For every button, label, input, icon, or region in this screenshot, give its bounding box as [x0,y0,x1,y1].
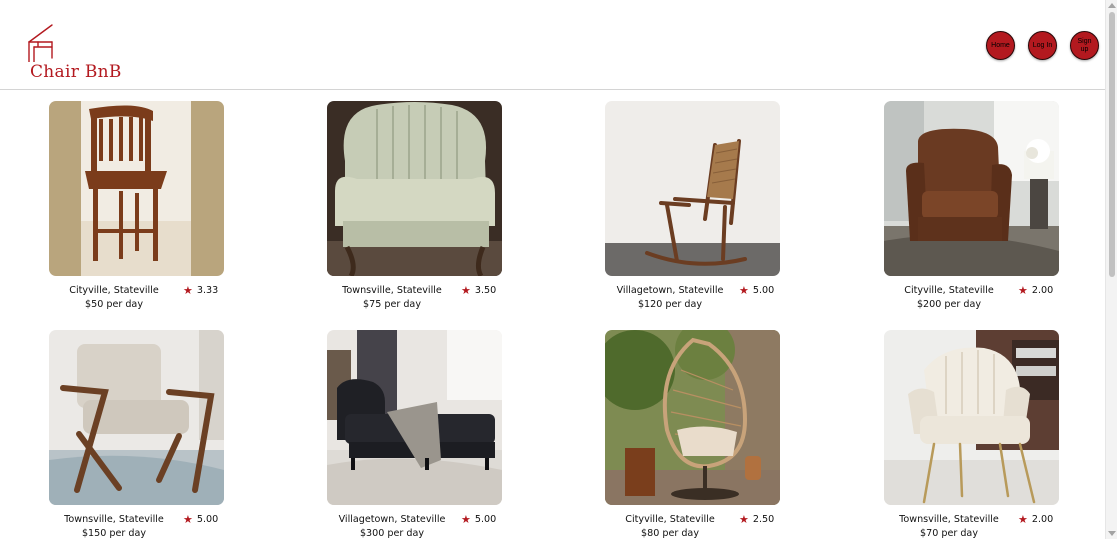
listing-card[interactable]: Townsville, Stateville $75 per day ★ 3.50 [327,101,502,310]
signup-button[interactable]: Sign up [1070,31,1099,60]
rating-value: 2.00 [1031,285,1054,296]
listing-location: Villagetown, Stateville [338,514,446,525]
login-button[interactable]: Log In [1028,31,1057,60]
listing-card[interactable]: Cityville, Stateville $80 per day ★ 2.50 [605,330,780,539]
site-header: Chair BnB Home Log In Sign up [0,0,1105,90]
listing-info: Cityville, Stateville $50 per day ★ 3.33 [49,284,224,314]
listing-price: $75 per day [363,299,421,310]
listing-info: Townsville, Stateville $70 per day ★ 2.00 [884,513,1059,539]
rating-value: 3.33 [196,285,219,296]
star-icon: ★ [739,513,749,526]
listing-price: $70 per day [920,528,978,539]
home-button[interactable]: Home [986,31,1015,60]
scroll-up-arrow-icon[interactable] [1108,3,1116,8]
listing-info: Cityville, Stateville $80 per day ★ 2.50 [605,513,780,539]
listing-location: Townsville, Stateville [899,514,999,525]
listing-card[interactable]: Townsville, Stateville $70 per day ★ 2.00 [884,330,1059,539]
listing-rating: ★ 5.00 [461,513,496,527]
listing-card[interactable]: Cityville, Stateville $50 per day ★ 3.33 [49,101,224,310]
listing-location: Cityville, Stateville [904,285,994,296]
scrollbar[interactable] [1105,0,1117,539]
listing-photo[interactable] [884,101,1059,276]
listing-photo[interactable] [605,330,780,505]
listing-rating: ★ 2.00 [1018,513,1053,527]
listing-rating: ★ 2.50 [739,513,774,527]
listing-info: Townsville, Stateville $75 per day ★ 3.50 [327,284,502,314]
listing-photo[interactable] [327,330,502,505]
star-icon: ★ [183,284,193,297]
chair-logo-icon [28,24,53,62]
star-icon: ★ [461,513,471,526]
star-icon: ★ [183,513,193,526]
star-icon: ★ [1018,284,1028,297]
listing-rating: ★ 3.33 [183,284,218,298]
listing-photo[interactable] [49,101,224,276]
listing-card[interactable]: Villagetown, Stateville $300 per day ★ 5.… [327,330,502,539]
star-icon: ★ [461,284,471,297]
rating-value: 5.00 [752,285,775,296]
listing-rating: ★ 5.00 [739,284,774,298]
listing-rating: ★ 2.00 [1018,284,1053,298]
star-icon: ★ [1018,513,1028,526]
listing-card[interactable]: Townsville, Stateville $150 per day ★ 5.0… [49,330,224,539]
listing-info: Villagetown, Stateville $300 per day ★ 5.… [327,513,502,539]
listing-rating: ★ 5.00 [183,513,218,527]
rating-value: 5.00 [196,514,219,525]
listing-photo[interactable] [605,101,780,276]
listing-price: $150 per day [81,528,147,539]
listing-location: Townsville, Stateville [64,514,164,525]
nav-buttons: Home Log In Sign up [986,31,1099,60]
scroll-thumb[interactable] [1109,12,1115,277]
rating-value: 2.00 [1031,514,1054,525]
listing-card[interactable]: Villagetown, Stateville $120 per day ★ 5.… [605,101,780,310]
listing-location: Townsville, Stateville [342,285,442,296]
listing-price: $50 per day [85,299,143,310]
star-icon: ★ [739,284,749,297]
listing-location: Cityville, Stateville [69,285,159,296]
logo-text: Chair BnB [30,62,122,82]
logo[interactable]: Chair BnB [26,22,126,82]
listing-info: Villagetown, Stateville $120 per day ★ 5.… [605,284,780,314]
scroll-down-arrow-icon[interactable] [1108,531,1116,536]
listing-card[interactable]: Cityville, Stateville $200 per day ★ 2.00 [884,101,1059,310]
rating-value: 3.50 [474,285,497,296]
listing-price: $200 per day [916,299,982,310]
listing-rating: ★ 3.50 [461,284,496,298]
rating-value: 2.50 [752,514,775,525]
rating-value: 5.00 [474,514,497,525]
listing-price: $300 per day [359,528,425,539]
listing-photo[interactable] [884,330,1059,505]
listing-photo[interactable] [327,101,502,276]
listing-info: Cityville, Stateville $200 per day ★ 2.00 [884,284,1059,314]
listing-location: Villagetown, Stateville [616,285,724,296]
listing-price: $120 per day [637,299,703,310]
listing-photo[interactable] [49,330,224,505]
listing-price: $80 per day [641,528,699,539]
listing-location: Cityville, Stateville [625,514,715,525]
listing-info: Townsville, Stateville $150 per day ★ 5.0… [49,513,224,539]
